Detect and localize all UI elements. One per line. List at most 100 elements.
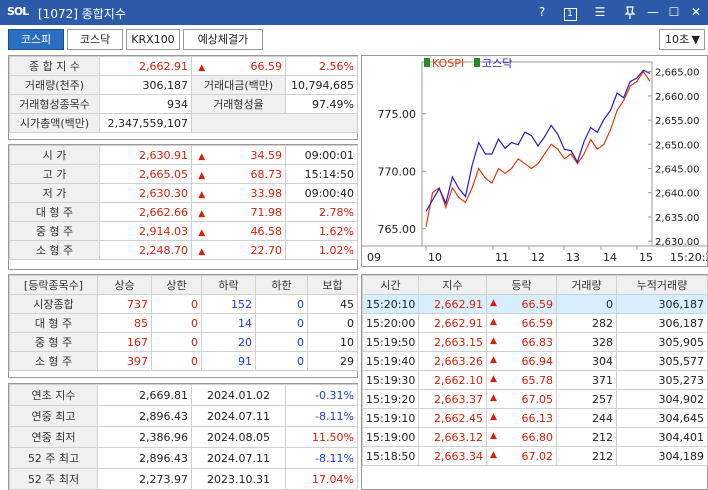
tick-cum-volume: 306,187 <box>616 313 708 333</box>
tick-row[interactable]: 15:18:50 2,663.34 ▲ 67.02 212 304,189 <box>362 446 708 466</box>
legend-kosdaq-label: 코스닥 <box>482 57 512 70</box>
breadth-col-upper: 상한 <box>151 275 202 295</box>
tick-volume: 244 <box>556 408 617 428</box>
screen-number-icon[interactable]: 1 <box>560 3 580 22</box>
price-row-change: 34.59 <box>211 145 286 165</box>
intraday-chart[interactable]: 775.00 770.00 765.00 2,665.00 2,660.00 2,655.… <box>361 55 708 267</box>
history-row-value: 2,896.43 <box>97 405 192 427</box>
breadth-panel: [등락종목수] 상승 상한 하락 하한 보합 시장종합 737 0 152 0 45 대 형… <box>8 274 358 378</box>
tick-change-value: 66.94 <box>521 354 554 368</box>
breadth-rows: 시장종합 737 0 152 0 45 대 형 주 85 0 14 0 0 중 형 주 167 0 20 0 10… <box>9 294 358 371</box>
breadth-col-label: [등락종목수] <box>9 275 98 295</box>
tick-index: 2,663.34 <box>418 446 487 466</box>
y-right-tick-label: 2,645.00 <box>655 165 700 176</box>
legend-kospi-label: KOSPI <box>432 57 464 70</box>
tick-change: ▲ 67.02 <box>486 446 557 466</box>
toolbar: 코스피 코스닥 KRX100 예상체결가 10초 ▼ <box>0 25 708 54</box>
price-row-value: 2,662.66 <box>99 202 192 222</box>
price-row-value: 2,248.70 <box>99 240 192 260</box>
app-logo: SOL <box>7 5 29 18</box>
price-row: 고 가 2,665.05 ▲ 68.73 15:14:50 <box>9 164 358 184</box>
price-row-label: 대 형 주 <box>9 202 100 222</box>
price-row-value: 2,630.30 <box>99 183 192 203</box>
history-row-pct: -0.31% <box>285 384 358 406</box>
tick-cum-volume: 305,273 <box>616 370 708 390</box>
price-row-value: 2,914.03 <box>99 221 192 241</box>
history-row-date: 2024.07.11 <box>191 447 286 469</box>
interval-select[interactable]: 10초 ▼ <box>659 29 705 50</box>
up-arrow-icon: ▲ <box>490 449 497 460</box>
tick-row[interactable]: 15:19:10 2,662.45 ▲ 66.13 244 304,645 <box>362 408 708 428</box>
title-bar: SOL [1072] 종합지수 ? 1 ☰ — ☐ ✕ <box>0 0 708 25</box>
y-right-tick-label: 2,655.00 <box>655 116 700 127</box>
y-right-tick-label: 2,635.00 <box>655 213 700 224</box>
up-arrow-icon: ▲ <box>191 240 212 260</box>
history-row-label: 연중 최고 <box>9 405 98 427</box>
tick-change: ▲ 65.78 <box>486 370 557 390</box>
composite-index-label: 종 합 지 수 <box>9 56 100 76</box>
market-cap-label: 시가총액(백만) <box>9 113 100 133</box>
up-arrow-icon: ▲ <box>490 354 497 365</box>
up-arrow-icon: ▲ <box>191 164 212 184</box>
breadth-row: 대 형 주 85 0 14 0 0 <box>9 313 358 333</box>
tab-kospi[interactable]: 코스피 <box>8 29 64 50</box>
breadth-row-label: 시장종합 <box>9 294 98 314</box>
breadth-cell: 0 <box>255 351 308 371</box>
y-left-tick-label: 765.00 <box>378 223 417 236</box>
tick-change: ▲ 66.59 <box>486 313 557 333</box>
price-row-change: 22.70 <box>211 240 286 260</box>
close-icon[interactable]: ✕ <box>686 3 706 22</box>
y-right-tick-label: 2,660.00 <box>655 92 700 103</box>
breadth-row: 시장종합 737 0 152 0 45 <box>9 294 358 314</box>
history-row-value: 2,896.43 <box>97 447 192 469</box>
tick-index: 2,662.91 <box>418 313 487 333</box>
tick-rows: 15:20:10 2,662.91 ▲ 66.59 0 306,187 15:20:00 2,… <box>362 294 708 466</box>
tick-row[interactable]: 15:19:40 2,663.26 ▲ 66.94 304 305,577 <box>362 351 708 371</box>
tick-panel: 시간 지수 등락 거래량 누적거래량 15:20:10 2,662.91 ▲ 66.5… <box>361 274 708 490</box>
history-row-label: 연초 지수 <box>9 384 98 406</box>
tick-time: 15:20:10 <box>362 294 419 314</box>
history-row: 52 주 최저 2,273.97 2023.10.31 17.04% <box>9 468 358 490</box>
price-row-label: 시 가 <box>9 145 100 165</box>
up-arrow-icon: ▲ <box>490 392 497 403</box>
summary-row-volume: 거래량(천주) 306,187 거래대금(백만) 10,794,685 <box>9 75 358 95</box>
trade-amount-label: 거래대금(백만) <box>191 75 286 95</box>
breadth-cell: 45 <box>307 294 358 314</box>
breadth-col-lower: 하한 <box>255 275 308 295</box>
x-tick-label: 15 <box>639 251 653 264</box>
tick-row[interactable]: 15:19:20 2,663.37 ▲ 67.05 257 304,902 <box>362 389 708 409</box>
breadth-col-fall: 하락 <box>201 275 256 295</box>
minimize-icon[interactable]: — <box>643 3 663 22</box>
tick-row[interactable]: 15:20:10 2,662.91 ▲ 66.59 0 306,187 <box>362 294 708 314</box>
tick-row[interactable]: 15:19:00 2,663.12 ▲ 66.80 212 304,401 <box>362 427 708 447</box>
breadth-cell: 0 <box>255 332 308 352</box>
price-row: 소 형 주 2,248.70 ▲ 22.70 1.02% <box>9 240 358 260</box>
breadth-cell: 0 <box>307 313 358 333</box>
tick-change: ▲ 67.05 <box>486 389 557 409</box>
tick-row[interactable]: 15:20:00 2,662.91 ▲ 66.59 282 306,187 <box>362 313 708 333</box>
volume-label: 거래량(천주) <box>9 75 100 95</box>
tab-kosdaq[interactable]: 코스닥 <box>67 29 123 50</box>
market-cap-value: 2,347,559,107 <box>99 113 192 133</box>
pin-icon[interactable] <box>620 3 640 22</box>
breadth-header: [등락종목수] 상승 상한 하락 하한 보합 <box>9 275 358 295</box>
tick-index: 2,663.37 <box>418 389 487 409</box>
tick-time: 15:19:50 <box>362 332 419 352</box>
price-row-change: 71.98 <box>211 202 286 222</box>
empty-cell <box>191 113 358 133</box>
tab-krx100[interactable]: KRX100 <box>126 29 180 50</box>
tick-volume: 371 <box>556 370 617 390</box>
maximize-icon[interactable]: ☐ <box>664 3 684 22</box>
tick-change: ▲ 66.83 <box>486 332 557 352</box>
price-row-label: 소 형 주 <box>9 240 100 260</box>
tick-change-value: 66.59 <box>521 316 554 330</box>
breadth-cell: 85 <box>97 313 152 333</box>
tick-volume: 304 <box>556 351 617 371</box>
tick-row[interactable]: 15:19:50 2,663.15 ▲ 66.83 328 305,905 <box>362 332 708 352</box>
help-icon[interactable]: ? <box>532 3 552 22</box>
tick-row[interactable]: 15:19:30 2,662.10 ▲ 65.78 371 305,273 <box>362 370 708 390</box>
tab-expected-price[interactable]: 예상체결가 <box>183 29 263 50</box>
menu-icon[interactable]: ☰ <box>590 3 610 22</box>
history-row-date: 2023.10.31 <box>191 468 286 490</box>
price-row-label: 고 가 <box>9 164 100 184</box>
